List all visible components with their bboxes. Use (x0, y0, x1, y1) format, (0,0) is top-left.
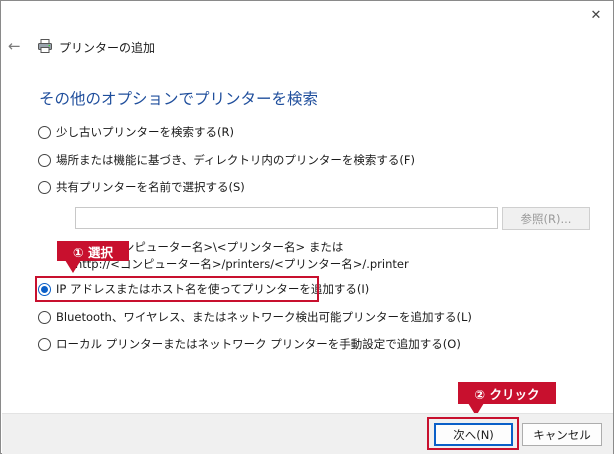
radio-local-manual[interactable] (38, 337, 51, 351)
radio-directory-search[interactable] (38, 153, 51, 167)
radio-bluetooth-wireless[interactable] (38, 310, 51, 324)
back-arrow-icon[interactable]: ← (8, 37, 26, 55)
close-icon[interactable]: ✕ (585, 5, 607, 25)
option-label: ローカル プリンターまたはネットワーク プリンターを手動設定で追加する(O) (56, 337, 461, 351)
step1-highlight-box (35, 276, 319, 302)
option-bluetooth-wireless[interactable]: Bluetooth、ワイヤレス、またはネットワーク検出可能プリンターを追加する(… (38, 308, 472, 326)
step1-pointer (65, 260, 81, 273)
option-directory-search[interactable]: 場所または機能に基づき、ディレクトリ内のプリンターを検索する(F) (38, 151, 415, 169)
option-label: 場所または機能に基づき、ディレクトリ内のプリンターを検索する(F) (56, 153, 415, 167)
add-printer-window: ✕ ← プリンターの追加 その他のオプションでプリンターを検索 少し古いプリンタ… (0, 0, 614, 454)
window-title: プリンターの追加 (59, 41, 156, 55)
browse-button[interactable]: 参照(R)... (502, 207, 590, 230)
option-local-manual[interactable]: ローカル プリンターまたはネットワーク プリンターを手動設定で追加する(O) (38, 335, 461, 353)
shared-printer-input[interactable] (75, 207, 498, 229)
cancel-button[interactable]: キャンセル (522, 423, 602, 446)
option-label: 共有プリンターを名前で選択する(S) (56, 180, 245, 194)
step1-badge: ① 選択 (57, 241, 129, 261)
radio-shared-printer[interactable] (38, 180, 51, 194)
step2-highlight-box (427, 417, 519, 450)
option-label: Bluetooth、ワイヤレス、またはネットワーク検出可能プリンターを追加する(… (56, 310, 472, 324)
option-old-printer[interactable]: 少し古いプリンターを検索する(R) (38, 123, 234, 141)
option-label: 少し古いプリンターを検索する(R) (56, 125, 234, 139)
page-heading: その他のオプションでプリンターを検索 (39, 90, 319, 108)
printer-icon (38, 39, 52, 53)
option-shared-printer[interactable]: 共有プリンターを名前で選択する(S) (38, 178, 245, 196)
radio-old-printer[interactable] (38, 125, 51, 139)
step2-badge: ② クリック (458, 382, 556, 404)
